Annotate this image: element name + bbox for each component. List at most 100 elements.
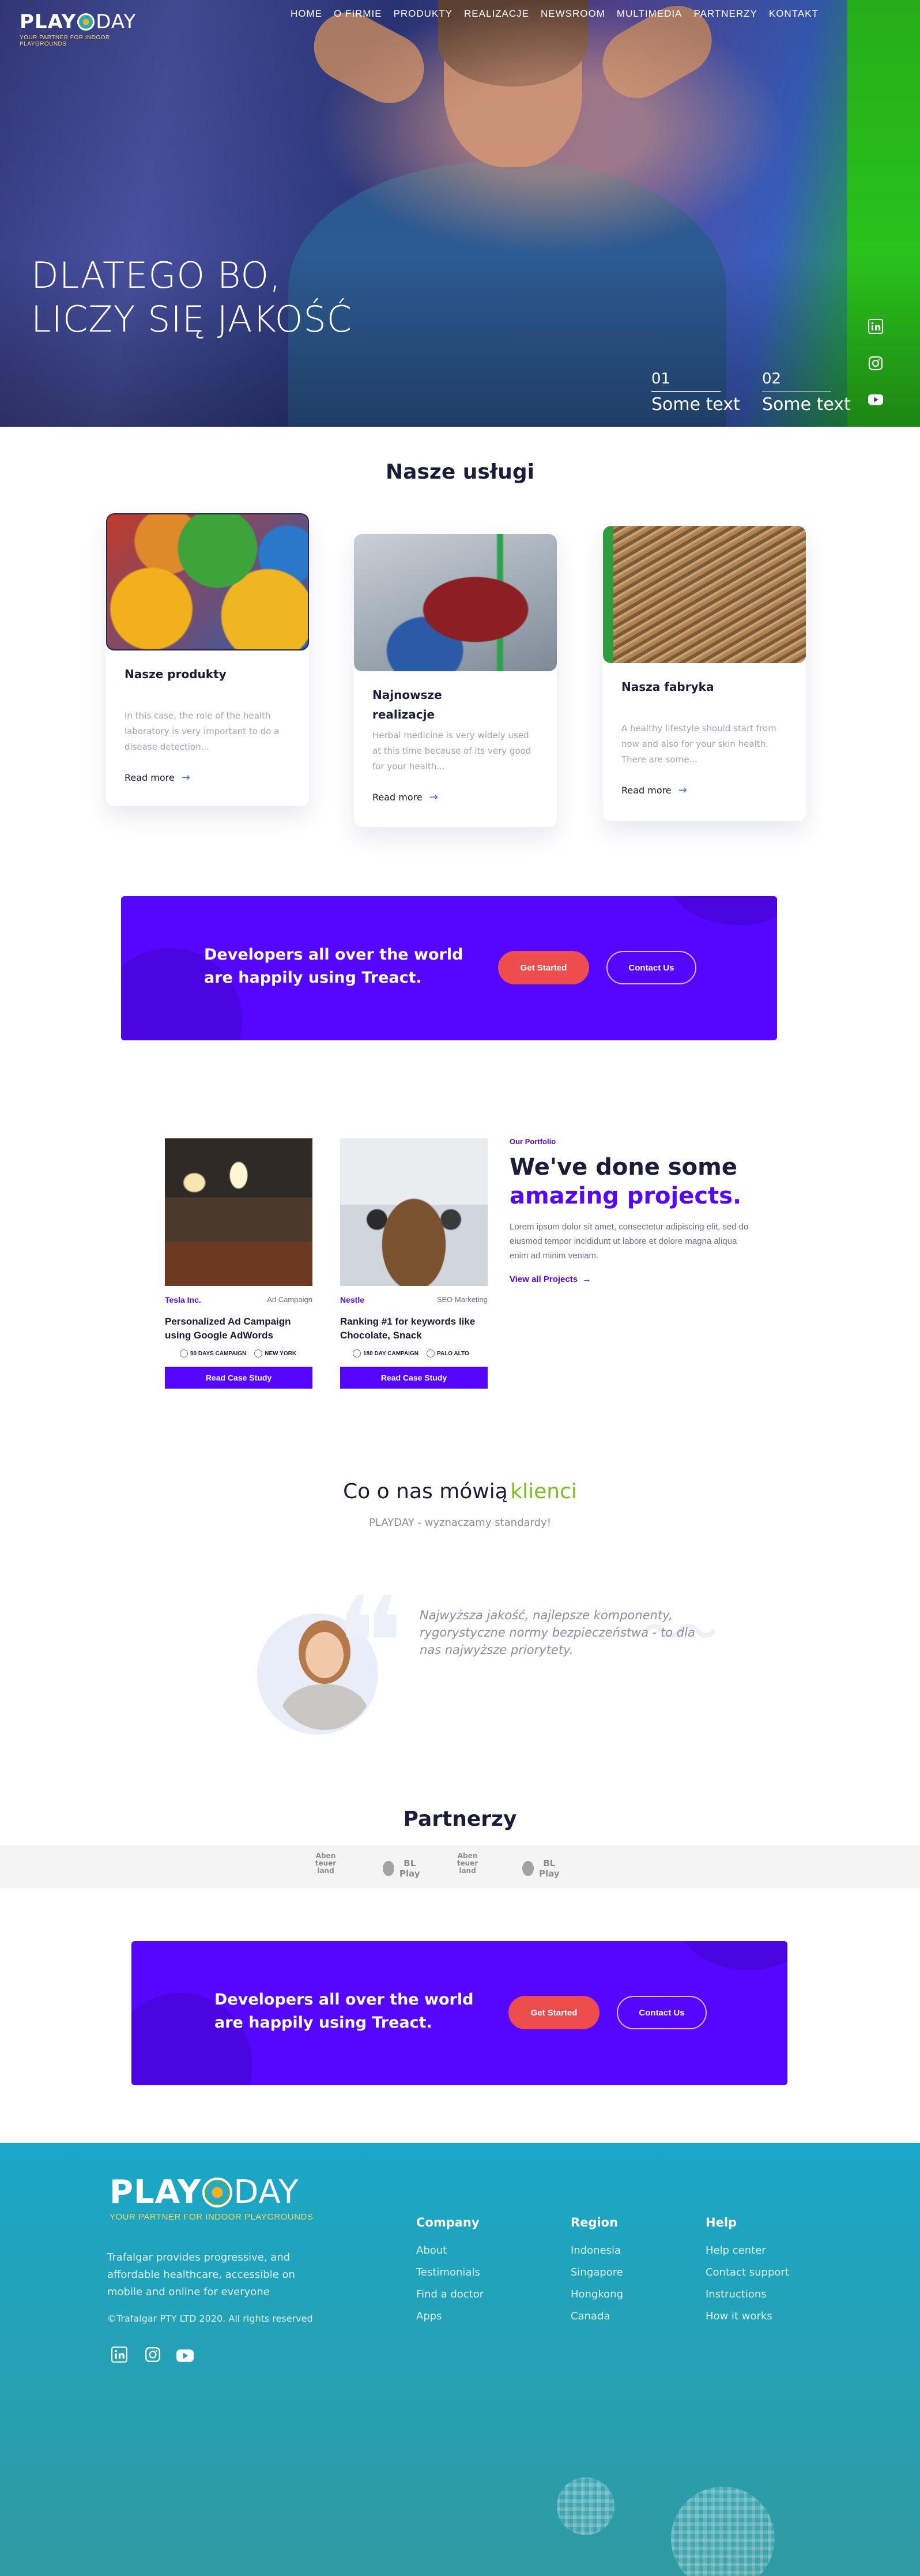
portfolio-heading-line2: amazing projects. xyxy=(510,1183,742,1209)
partner-logo[interactable]: Aben teuer land xyxy=(311,1852,340,1875)
logo-text-right: DAY xyxy=(233,2173,299,2211)
logo-text-right: DAY xyxy=(96,10,137,33)
partner-logo[interactable]: BL Play xyxy=(522,1858,563,1879)
logo-text-left: PLAY xyxy=(110,2173,202,2211)
slide-text: Some text xyxy=(651,394,740,415)
nav-item-multimedia[interactable]: MULTIMEDIA xyxy=(611,7,688,21)
testimonials-title: Co o nas mówią xyxy=(343,1480,508,1503)
testimonials-heading: Co o nas mówią klienci xyxy=(0,1480,920,1503)
hero-title: DLATEGO BO, LICZY SIĘ JAKOŚĆ xyxy=(31,254,352,341)
footer-link[interactable]: How it works xyxy=(706,2306,832,2327)
globe-icon xyxy=(77,13,95,31)
portfolio-heading: We've done some amazing projects. xyxy=(510,1153,752,1210)
testimonial-quote: Najwyższa jakość, najlepsze komponenty, … xyxy=(420,1608,695,1657)
instagram-icon[interactable] xyxy=(868,356,883,371)
case-tag-location: NEW YORK xyxy=(254,1349,296,1357)
case-study-image xyxy=(165,1138,312,1286)
arrow-right-icon: → xyxy=(678,784,687,796)
hero-title-line2: LICZY SIĘ JAKOŚĆ xyxy=(31,298,353,340)
nav-item-kontakt[interactable]: KONTAKT xyxy=(763,7,824,21)
cta-text: Developers all over the world are happil… xyxy=(204,946,463,987)
footer-link[interactable]: Help center xyxy=(706,2240,832,2262)
footer-link[interactable]: Singapore xyxy=(571,2262,686,2284)
service-card[interactable]: Nasze produkty In this case, the role of… xyxy=(106,513,309,806)
partner-logo[interactable]: BL Play xyxy=(383,1858,423,1879)
hero-overlay xyxy=(0,0,920,427)
service-image-foam-blocks xyxy=(106,513,309,650)
contact-us-button[interactable]: Contact Us xyxy=(617,1996,707,2029)
nav-item-realizacje[interactable]: REALIZACJE xyxy=(458,7,535,21)
case-tag-text: 180 DAY CAMPAIGN xyxy=(363,1350,418,1357)
linkedin-icon[interactable] xyxy=(868,319,883,334)
footer-link[interactable]: Indonesia xyxy=(571,2240,686,2262)
footer-link[interactable]: Apps xyxy=(416,2306,531,2327)
partners-strip: Aben teuer land BL Play Aben teuer land … xyxy=(0,1845,920,1888)
case-study-card[interactable]: Tesla Inc. Ad Campaign Personalized Ad C… xyxy=(165,1138,312,1389)
portfolio-body: Lorem ipsum dolor sit amet, consectetur … xyxy=(510,1222,749,1261)
decorative-globe-icon xyxy=(557,2477,614,2535)
footer: PLAY DAY YOUR PARTNER FOR INDOOR PLAYGRO… xyxy=(0,2143,920,2576)
case-tag-text: NEW YORK xyxy=(265,1350,297,1357)
youtube-icon[interactable] xyxy=(868,392,883,407)
read-more-link[interactable]: Read more → xyxy=(621,784,687,796)
footer-link[interactable]: About xyxy=(416,2240,531,2262)
contact-us-button[interactable]: Contact Us xyxy=(606,951,696,984)
footer-column-company: Company About Testimonials Find a doctor… xyxy=(416,2216,531,2327)
footer-column-region: Region Indonesia Singapore Hongkong Cana… xyxy=(571,2216,686,2327)
nav-item-partnerzy[interactable]: PARTNERZY xyxy=(688,7,763,21)
footer-link[interactable]: Instructions xyxy=(706,2284,832,2306)
slide-indicator-1[interactable]: 01 Some text xyxy=(651,370,749,415)
location-icon xyxy=(254,1349,263,1357)
slide-progress-line xyxy=(651,391,721,392)
view-all-label: View all Projects xyxy=(510,1274,578,1284)
partner-globe-icon xyxy=(383,1861,394,1876)
read-case-study-button[interactable]: Read Case Study xyxy=(340,1367,488,1389)
read-more-link[interactable]: Read more → xyxy=(372,791,438,803)
testimonials-title-accent: klienci xyxy=(510,1480,577,1503)
footer-link[interactable]: Contact support xyxy=(706,2262,832,2284)
logo-tagline: YOUR PARTNER FOR INDOOR PLAYGROUNDS xyxy=(110,2212,314,2222)
case-tag-text: 90 DAYS CAMPAIGN xyxy=(190,1350,247,1357)
case-tag-duration: 90 DAYS CAMPAIGN xyxy=(180,1349,246,1357)
nav-item-home[interactable]: HOME xyxy=(285,7,328,21)
nav-item-o-firmie[interactable]: O FIRMIE xyxy=(328,7,388,21)
location-icon xyxy=(426,1349,435,1357)
read-case-study-button[interactable]: Read Case Study xyxy=(165,1367,312,1389)
read-more-label: Read more xyxy=(372,792,423,803)
footer-link[interactable]: Canada xyxy=(571,2306,686,2327)
clock-icon xyxy=(353,1349,361,1357)
services-title: Nasze usługi xyxy=(386,460,534,484)
footer-link[interactable]: Testimonials xyxy=(416,2262,531,2284)
slide-indicator-2[interactable]: 02 Some text xyxy=(762,370,860,415)
slide-number: 02 xyxy=(762,370,782,388)
hero-section: PLAY DAY YOUR PARTNER FOR INDOOR PLAYGRO… xyxy=(0,0,920,427)
cta-decoration xyxy=(663,896,777,925)
service-card-title: Nasze produkty xyxy=(125,667,227,681)
instagram-icon[interactable] xyxy=(144,2346,161,2363)
linkedin-icon[interactable] xyxy=(111,2346,128,2363)
view-all-projects-link[interactable]: View all Projects → xyxy=(510,1274,752,1284)
get-started-button[interactable]: Get Started xyxy=(498,951,589,984)
footer-link[interactable]: Hongkong xyxy=(571,2284,686,2306)
case-study-card[interactable]: Nestle SEO Marketing Ranking #1 for keyw… xyxy=(340,1138,488,1389)
service-card-body: Herbal medicine is very widely used at t… xyxy=(372,730,531,772)
case-title: Ranking #1 for keywords like Chocolate, … xyxy=(340,1316,476,1341)
footer-link[interactable]: Find a doctor xyxy=(416,2284,531,2306)
service-card[interactable]: Najnowsze realizacje Herbal medicine is … xyxy=(354,534,557,827)
clock-icon xyxy=(180,1349,188,1357)
partner-logo-text: BL Play xyxy=(399,1858,420,1879)
partner-logo[interactable]: Aben teuer land xyxy=(453,1852,482,1875)
footer-logo[interactable]: PLAY DAY YOUR PARTNER FOR INDOOR PLAYGRO… xyxy=(110,2174,329,2222)
footer-column-heading: Company xyxy=(416,2216,480,2229)
youtube-icon[interactable] xyxy=(176,2347,194,2364)
read-more-link[interactable]: Read more → xyxy=(125,772,190,784)
service-card-title: Najnowsze realizacje xyxy=(372,688,442,721)
nav-item-produkty[interactable]: PRODUKTY xyxy=(388,7,458,21)
site-logo[interactable]: PLAY DAY YOUR PARTNER FOR INDOOR PLAYGRO… xyxy=(20,10,158,47)
get-started-button[interactable]: Get Started xyxy=(508,1996,599,2029)
portfolio-intro: Our Portfolio We've done some amazing pr… xyxy=(510,1137,752,1284)
service-card[interactable]: Nasza fabryka A healthy lifestyle should… xyxy=(603,526,806,821)
nav-item-newsroom[interactable]: NEWSROOM xyxy=(535,7,611,21)
service-card-body: A healthy lifestyle should start from no… xyxy=(621,723,776,765)
case-title: Personalized Ad Campaign using Google Ad… xyxy=(165,1316,291,1341)
